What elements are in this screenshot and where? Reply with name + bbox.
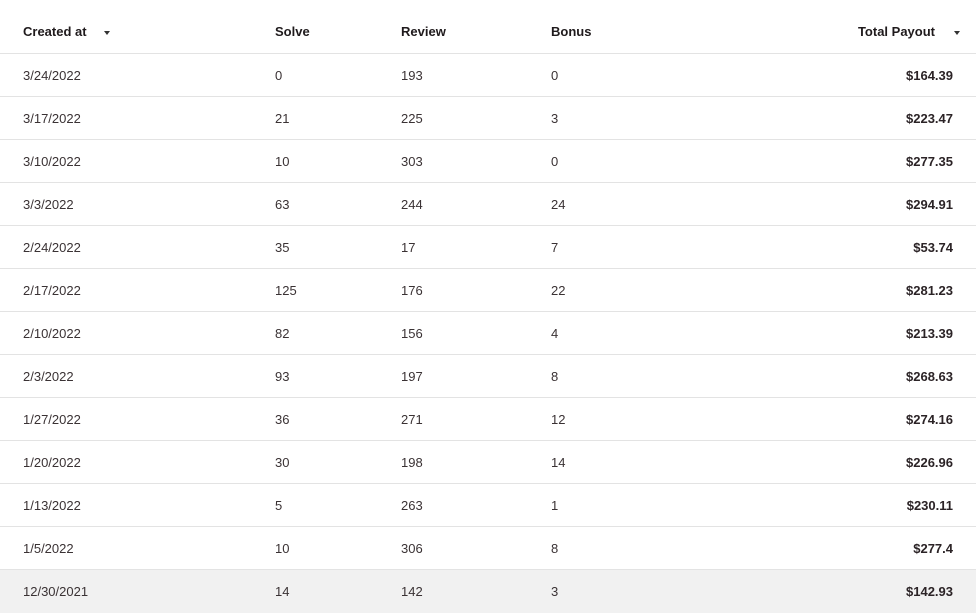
column-header-created-at[interactable]: Created at — [23, 24, 87, 39]
review-cell: 156 — [401, 326, 423, 341]
review-cell: 271 — [401, 412, 423, 427]
table-row[interactable]: 1/27/2022 36 271 12 $274.16 — [0, 398, 976, 441]
table-row[interactable]: 3/10/2022 10 303 0 $277.35 — [0, 140, 976, 183]
table-row[interactable]: 1/13/2022 5 263 1 $230.11 — [0, 484, 976, 527]
review-cell: 306 — [401, 541, 423, 556]
review-cell: 225 — [401, 111, 423, 126]
created-at-cell: 1/20/2022 — [23, 455, 81, 470]
created-at-cell: 12/30/2021 — [23, 584, 89, 599]
created-at-cell: 1/5/2022 — [23, 541, 74, 556]
bonus-cell: 0 — [551, 154, 559, 169]
review-cell: 303 — [401, 154, 423, 169]
total-payout-cell: $281.23 — [906, 283, 953, 298]
solve-cell: 36 — [275, 412, 290, 427]
solve-cell: 93 — [275, 369, 290, 384]
table-body: 3/24/2022 0 193 0 $164.39 3/17/2022 21 225 3 $223… — [0, 54, 976, 613]
table-row[interactable]: 3/24/2022 0 193 0 $164.39 — [0, 54, 976, 97]
table-row[interactable]: 12/30/2021 14 142 3 $142.93 — [0, 570, 976, 613]
created-at-cell: 2/3/2022 — [23, 369, 74, 384]
created-at-cell: 3/24/2022 — [23, 68, 81, 83]
column-header-bonus: Bonus — [551, 24, 592, 39]
caret-down-icon[interactable] — [954, 31, 960, 35]
solve-cell: 5 — [275, 498, 283, 513]
table-row[interactable]: 2/17/2022 125 176 22 $281.23 — [0, 269, 976, 312]
bonus-cell: 0 — [551, 68, 559, 83]
solve-cell: 14 — [275, 584, 290, 599]
created-at-cell: 2/10/2022 — [23, 326, 81, 341]
solve-cell: 82 — [275, 326, 290, 341]
review-cell: 197 — [401, 369, 423, 384]
bonus-cell: 3 — [551, 111, 559, 126]
review-cell: 244 — [401, 197, 423, 212]
solve-cell: 30 — [275, 455, 290, 470]
solve-cell: 35 — [275, 240, 290, 255]
bonus-cell: 3 — [551, 584, 559, 599]
created-at-cell: 2/17/2022 — [23, 283, 81, 298]
review-cell: 142 — [401, 584, 423, 599]
table-row[interactable]: 1/20/2022 30 198 14 $226.96 — [0, 441, 976, 484]
caret-down-icon[interactable] — [104, 31, 110, 35]
bonus-cell: 8 — [551, 369, 559, 384]
table-row[interactable]: 3/3/2022 63 244 24 $294.91 — [0, 183, 976, 226]
column-header-total-payout[interactable]: Total Payout — [858, 24, 935, 39]
total-payout-cell: $53.74 — [913, 240, 953, 255]
solve-cell: 21 — [275, 111, 290, 126]
review-cell: 198 — [401, 455, 423, 470]
bonus-cell: 14 — [551, 455, 566, 470]
total-payout-cell: $274.16 — [906, 412, 953, 427]
table-header: Created at Solve Review Bonus Total Payo… — [0, 0, 976, 54]
bonus-cell: 8 — [551, 541, 559, 556]
total-payout-cell: $268.63 — [906, 369, 953, 384]
review-cell: 263 — [401, 498, 423, 513]
table-row[interactable]: 2/3/2022 93 197 8 $268.63 — [0, 355, 976, 398]
bonus-cell: 22 — [551, 283, 566, 298]
total-payout-cell: $277.35 — [906, 154, 953, 169]
created-at-cell: 2/24/2022 — [23, 240, 81, 255]
bonus-cell: 12 — [551, 412, 566, 427]
total-payout-cell: $213.39 — [906, 326, 953, 341]
created-at-cell: 3/10/2022 — [23, 154, 81, 169]
bonus-cell: 7 — [551, 240, 559, 255]
solve-cell: 10 — [275, 154, 290, 169]
column-header-review: Review — [401, 24, 446, 39]
review-cell: 17 — [401, 240, 416, 255]
table-row[interactable]: 3/17/2022 21 225 3 $223.47 — [0, 97, 976, 140]
bonus-cell: 4 — [551, 326, 559, 341]
total-payout-cell: $226.96 — [906, 455, 953, 470]
solve-cell: 125 — [275, 283, 297, 298]
payout-table: Created at Solve Review Bonus Total Payo… — [0, 0, 976, 613]
total-payout-cell: $230.11 — [906, 498, 953, 513]
review-cell: 193 — [401, 68, 423, 83]
created-at-cell: 1/13/2022 — [23, 498, 81, 513]
table-row[interactable]: 2/24/2022 35 17 7 $53.74 — [0, 226, 976, 269]
table-row[interactable]: 1/5/2022 10 306 8 $277.4 — [0, 527, 976, 570]
total-payout-cell: $223.47 — [906, 111, 953, 126]
table-row[interactable]: 2/10/2022 82 156 4 $213.39 — [0, 312, 976, 355]
created-at-cell: 1/27/2022 — [23, 412, 81, 427]
bonus-cell: 1 — [551, 498, 559, 513]
total-payout-cell: $294.91 — [906, 197, 953, 212]
solve-cell: 63 — [275, 197, 290, 212]
total-payout-cell: $277.4 — [913, 541, 953, 556]
created-at-cell: 3/3/2022 — [23, 197, 74, 212]
created-at-cell: 3/17/2022 — [23, 111, 81, 126]
solve-cell: 10 — [275, 541, 290, 556]
column-header-solve: Solve — [275, 24, 310, 39]
total-payout-cell: $164.39 — [906, 68, 953, 83]
solve-cell: 0 — [275, 68, 283, 83]
bonus-cell: 24 — [551, 197, 566, 212]
review-cell: 176 — [401, 283, 423, 298]
total-payout-cell: $142.93 — [906, 584, 953, 599]
